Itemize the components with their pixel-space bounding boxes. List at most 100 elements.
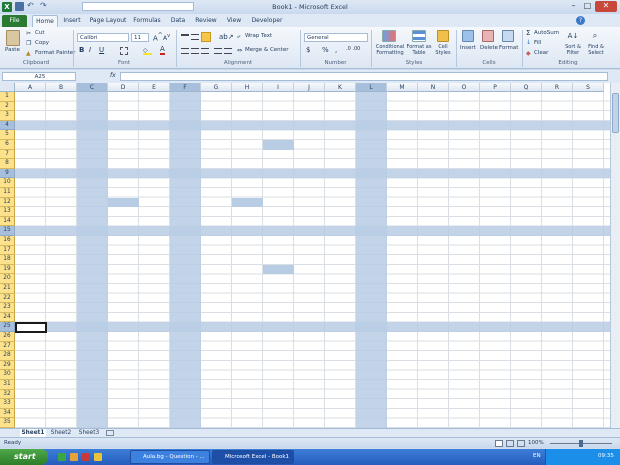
row-header-15[interactable]: 15 [0, 226, 15, 236]
close-button[interactable]: ✕ [595, 1, 617, 12]
zoom-thumb[interactable] [579, 440, 583, 447]
selected-row-15[interactable] [15, 226, 610, 236]
selected-row-25[interactable] [15, 322, 610, 332]
row-header-26[interactable]: 26 [0, 332, 15, 342]
sort-filter-button[interactable]: Sort & Filter [562, 44, 584, 56]
zoom-level[interactable]: 100% [528, 440, 544, 446]
row-header-3[interactable]: 3 [0, 111, 15, 121]
row-header-34[interactable]: 34 [0, 408, 15, 419]
row-header-11[interactable]: 11 [0, 188, 15, 198]
sheet-tab-2[interactable]: Sheet2 [48, 429, 74, 437]
percent-icon[interactable]: % [322, 46, 329, 54]
autosum-button[interactable]: AutoSum [534, 30, 559, 36]
insert-button[interactable]: Insert [460, 45, 476, 51]
vertical-scrollbar[interactable] [610, 83, 620, 428]
decrease-indent-icon[interactable] [214, 48, 222, 54]
row-header-20[interactable]: 20 [0, 274, 15, 284]
conditional-formatting-button[interactable]: Conditional Formatting [374, 44, 406, 56]
insert-cells-icon[interactable] [462, 30, 474, 42]
format-table-icon[interactable] [412, 30, 426, 42]
tab-page-layout[interactable]: Page Layout [88, 15, 128, 27]
minimize-button[interactable]: – [567, 1, 580, 12]
align-middle-icon[interactable] [191, 34, 199, 40]
column-header-S[interactable]: S [573, 83, 604, 92]
column-header-P[interactable]: P [480, 83, 511, 92]
row-header-27[interactable]: 27 [0, 341, 15, 352]
tab-review[interactable]: Review [193, 15, 219, 27]
orientation-icon[interactable]: ab↗ [219, 33, 234, 41]
format-painter-button[interactable]: Format Painter [35, 50, 75, 56]
row-header-17[interactable]: 17 [0, 245, 15, 256]
row-header-21[interactable]: 21 [0, 284, 15, 294]
column-header-H[interactable]: H [232, 83, 263, 92]
row-header-6[interactable]: 6 [0, 140, 15, 150]
quicklaunch-icon[interactable] [82, 453, 90, 461]
column-header-M[interactable]: M [387, 83, 418, 92]
highlighted-cell-H12[interactable] [232, 197, 263, 208]
row-header-29[interactable]: 29 [0, 360, 15, 371]
quicklaunch-icon[interactable] [70, 453, 78, 461]
select-all-corner[interactable] [0, 83, 15, 92]
fx-icon[interactable]: fx [110, 72, 116, 79]
normal-view-icon[interactable] [495, 440, 503, 447]
italic-button[interactable]: I [89, 46, 91, 54]
row-header-31[interactable]: 31 [0, 380, 15, 390]
help-icon[interactable]: ? [576, 16, 585, 25]
sheet-tab-3[interactable]: Sheet3 [76, 429, 102, 437]
row-header-28[interactable]: 28 [0, 351, 15, 361]
find-select-icon[interactable]: ⌕ [589, 30, 601, 42]
row-header-35[interactable]: 35 [0, 418, 15, 428]
scroll-thumb[interactable] [612, 93, 619, 133]
selected-row-4[interactable] [15, 120, 610, 131]
selected-column-L[interactable] [356, 92, 387, 428]
row-header-24[interactable]: 24 [0, 312, 15, 323]
sheet-tab-1[interactable]: Sheet1 [20, 429, 46, 437]
comma-icon[interactable]: , [335, 46, 337, 54]
currency-icon[interactable]: $ [306, 46, 310, 54]
align-right-icon[interactable] [201, 48, 209, 54]
selected-column-C[interactable] [77, 92, 108, 428]
column-header-I[interactable]: I [263, 83, 294, 92]
column-header-L[interactable]: L [356, 83, 387, 92]
page-layout-icon[interactable] [506, 440, 514, 447]
number-format-box[interactable]: General [304, 33, 368, 42]
tab-data[interactable]: Data [167, 15, 189, 27]
quicklaunch-icon[interactable] [94, 453, 102, 461]
conditional-formatting-icon[interactable] [382, 30, 396, 42]
column-header-F[interactable]: F [170, 83, 201, 92]
row-header-18[interactable]: 18 [0, 255, 15, 265]
worksheet-grid[interactable]: A B C D E F G H I J K L M N O P Q R S 1 2 3 4 5 6 7 8 9 10 11 12 13 14 15… [0, 83, 610, 428]
column-header-K[interactable]: K [325, 83, 356, 92]
row-header-22[interactable]: 22 [0, 293, 15, 304]
row-header-1[interactable]: 1 [0, 92, 15, 102]
font-name-box[interactable]: Calibri [77, 33, 129, 42]
align-top-icon[interactable] [181, 34, 189, 40]
column-header-C[interactable]: C [77, 83, 108, 92]
column-header-Q[interactable]: Q [511, 83, 542, 92]
row-header-2[interactable]: 2 [0, 101, 15, 112]
selected-row-9[interactable] [15, 168, 610, 179]
formula-input[interactable] [120, 72, 608, 81]
row-header-23[interactable]: 23 [0, 303, 15, 313]
tab-home[interactable]: Home [32, 15, 58, 27]
column-header-R[interactable]: R [542, 83, 573, 92]
decimal-icon[interactable]: .0 .00 [346, 46, 360, 52]
row-header-30[interactable]: 30 [0, 370, 15, 380]
taskbar-item-excel[interactable]: Microsoft Excel - Book1 [212, 450, 294, 464]
borders-icon[interactable] [120, 47, 128, 55]
format-cells-icon[interactable] [502, 30, 514, 42]
quicklaunch-icon[interactable] [58, 453, 66, 461]
row-header-32[interactable]: 32 [0, 389, 15, 400]
column-header-D[interactable]: D [108, 83, 139, 92]
align-bottom-icon[interactable] [201, 32, 211, 42]
align-left-icon[interactable] [181, 48, 189, 54]
tab-file[interactable]: File [2, 15, 27, 27]
format-as-table-button[interactable]: Format as Table [406, 44, 432, 56]
center-icon[interactable] [191, 48, 199, 54]
tab-insert[interactable]: Insert [60, 15, 84, 27]
highlighted-cell-I19[interactable] [263, 264, 294, 275]
taskbar-item-browser[interactable]: Aula.bg - Question - ... [130, 450, 210, 464]
column-header-B[interactable]: B [46, 83, 77, 92]
row-header-8[interactable]: 8 [0, 159, 15, 169]
font-size-box[interactable]: 11 [131, 33, 149, 42]
